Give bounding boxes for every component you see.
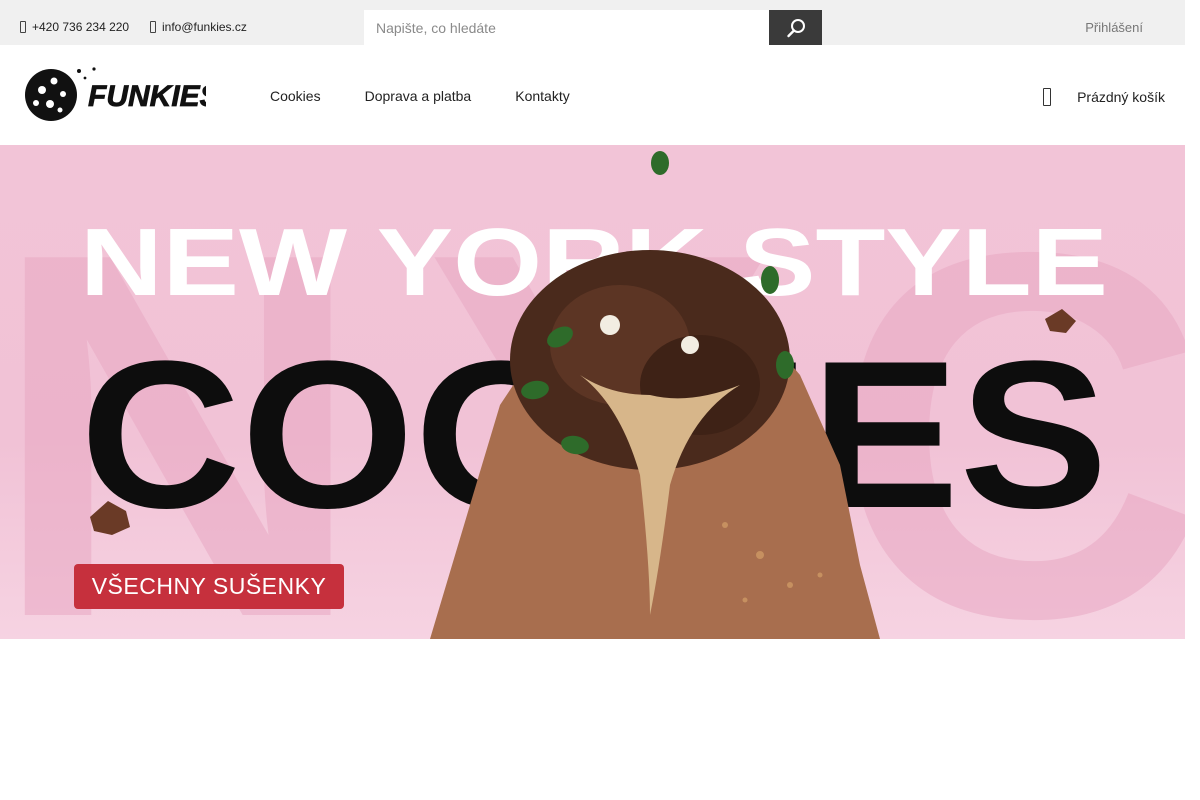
cart-icon <box>1043 88 1052 106</box>
main-nav: Cookies Doprava a platba Kontakty <box>270 88 614 104</box>
cart-link[interactable]: Prázdný košík <box>1043 88 1165 106</box>
contact-email[interactable]: info@funkies.cz <box>150 20 247 34</box>
phone-number[interactable]: +420 736 234 220 <box>32 20 129 34</box>
login-link[interactable]: Přihlášení <box>1085 20 1143 35</box>
top-bar: +420 736 234 220 info@funkies.cz Přihláš… <box>0 0 1185 45</box>
search-icon <box>786 18 805 37</box>
nav-item-contacts[interactable]: Kontakty <box>515 88 569 104</box>
nav-item-shipping-payment[interactable]: Doprava a platba <box>365 88 472 104</box>
contact-phone[interactable]: +420 736 234 220 <box>20 20 129 34</box>
logo-text: FUNKIES! <box>88 80 206 113</box>
all-cookies-button[interactable]: VŠECHNY SUŠENKY <box>74 564 344 609</box>
search-button[interactable] <box>769 10 822 45</box>
search-bar <box>364 10 822 45</box>
site-header: FUNKIES! Cookies Doprava a platba Kontak… <box>0 45 1185 145</box>
mail-icon <box>150 21 156 33</box>
hero-banner[interactable]: NYC NEW YORK STYLE COOKIES <box>0 145 1185 639</box>
cart-label[interactable]: Prázdný košík <box>1077 89 1165 105</box>
logo[interactable]: FUNKIES! <box>24 66 206 122</box>
search-input[interactable] <box>364 10 769 45</box>
nav-item-cookies[interactable]: Cookies <box>270 88 321 104</box>
email-address[interactable]: info@funkies.cz <box>162 20 247 34</box>
phone-icon <box>20 21 26 33</box>
